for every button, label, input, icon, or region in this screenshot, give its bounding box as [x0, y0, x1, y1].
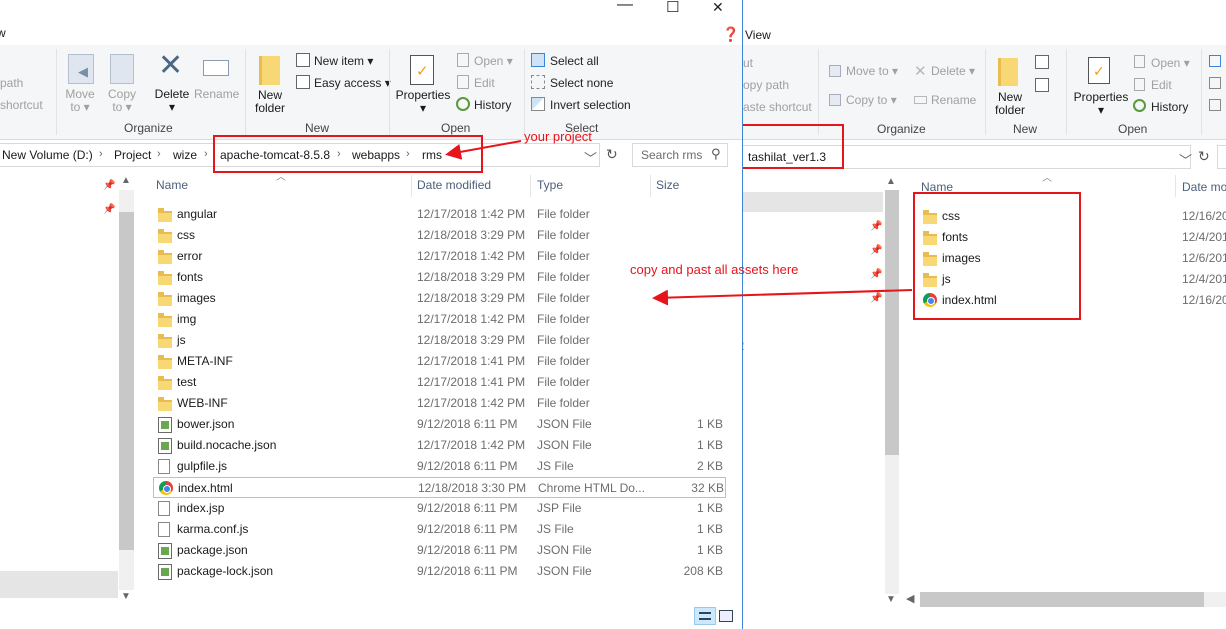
- annotation-arrows: [445, 140, 913, 306]
- arrow-to-rms: [445, 140, 522, 160]
- annotation-copy-assets: copy and past all assets here: [630, 262, 799, 277]
- arrow-to-left-window: [652, 289, 913, 306]
- annotation-your-project: your project: [524, 129, 592, 144]
